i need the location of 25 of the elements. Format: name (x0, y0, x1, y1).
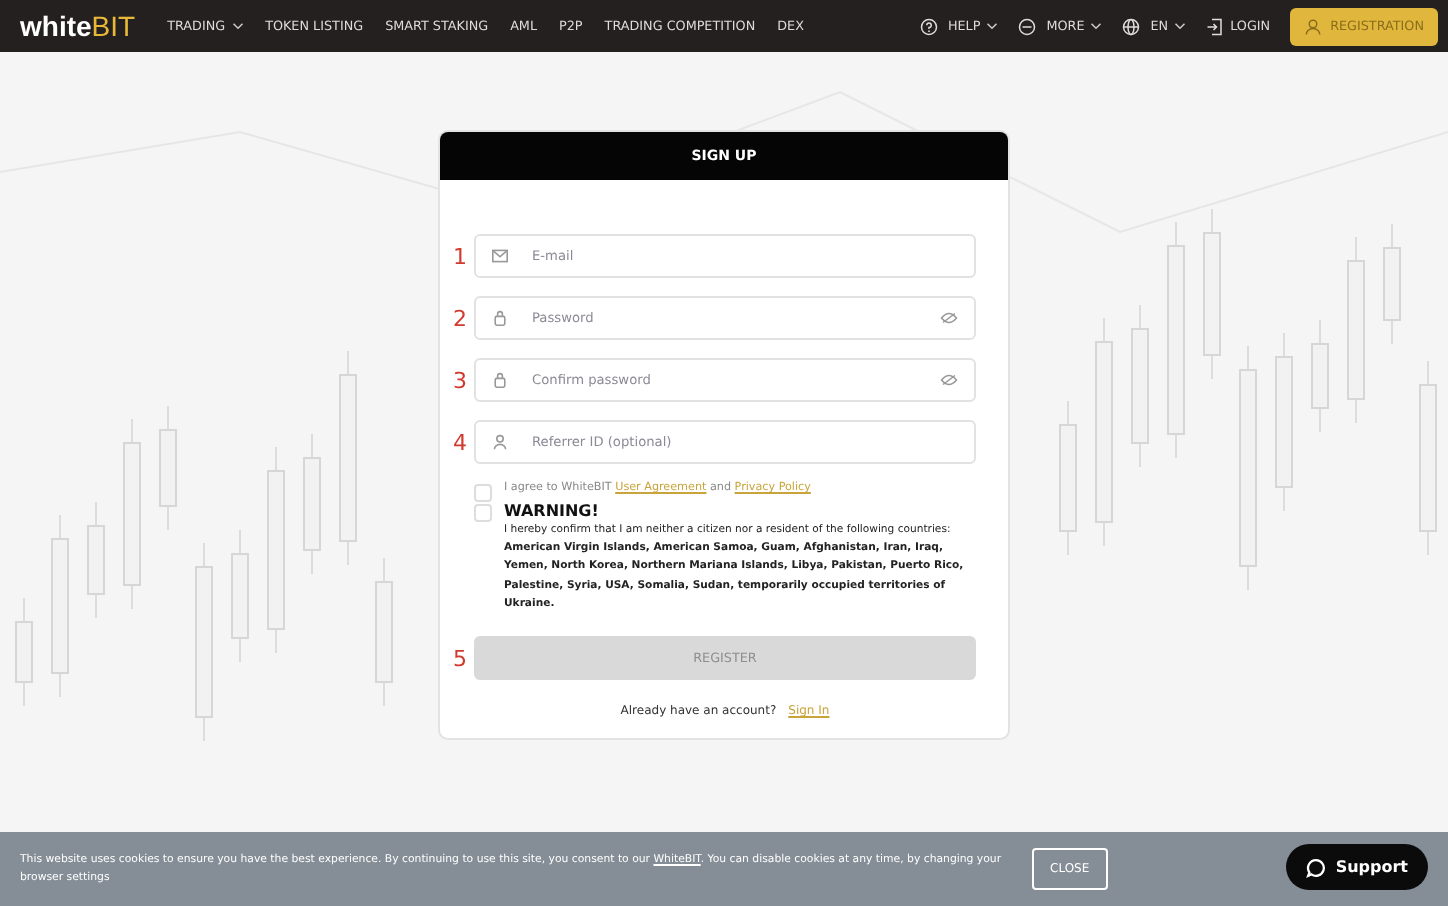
user-icon (1304, 17, 1323, 35)
logo[interactable]: whiteBIT (20, 10, 136, 42)
user-icon (492, 434, 508, 450)
step-number: 4 (451, 429, 469, 455)
chat-bubble-icon (1305, 857, 1326, 877)
step-number: 5 (451, 645, 469, 672)
eye-hidden-icon[interactable] (940, 312, 958, 324)
chevron-down-icon (1090, 22, 1103, 30)
globe-icon[interactable] (1122, 17, 1141, 35)
help-icon[interactable] (919, 17, 938, 35)
step-number: 3 (451, 367, 469, 393)
support-button[interactable]: Support (1285, 844, 1428, 890)
lock-icon (492, 372, 508, 388)
login-icon (1206, 17, 1225, 35)
step-number: 1 (451, 243, 469, 269)
mail-icon (492, 248, 508, 264)
minus-circle-icon[interactable] (1018, 17, 1037, 35)
eye-hidden-icon[interactable] (940, 374, 958, 386)
chevron-down-icon (986, 22, 999, 30)
checkbox[interactable] (474, 504, 492, 522)
chevron-down-icon (1174, 22, 1187, 30)
lock-icon (492, 310, 508, 326)
step-number: 2 (451, 305, 469, 331)
checkbox[interactable] (474, 484, 492, 502)
warning-title: WARNING! (504, 502, 601, 520)
